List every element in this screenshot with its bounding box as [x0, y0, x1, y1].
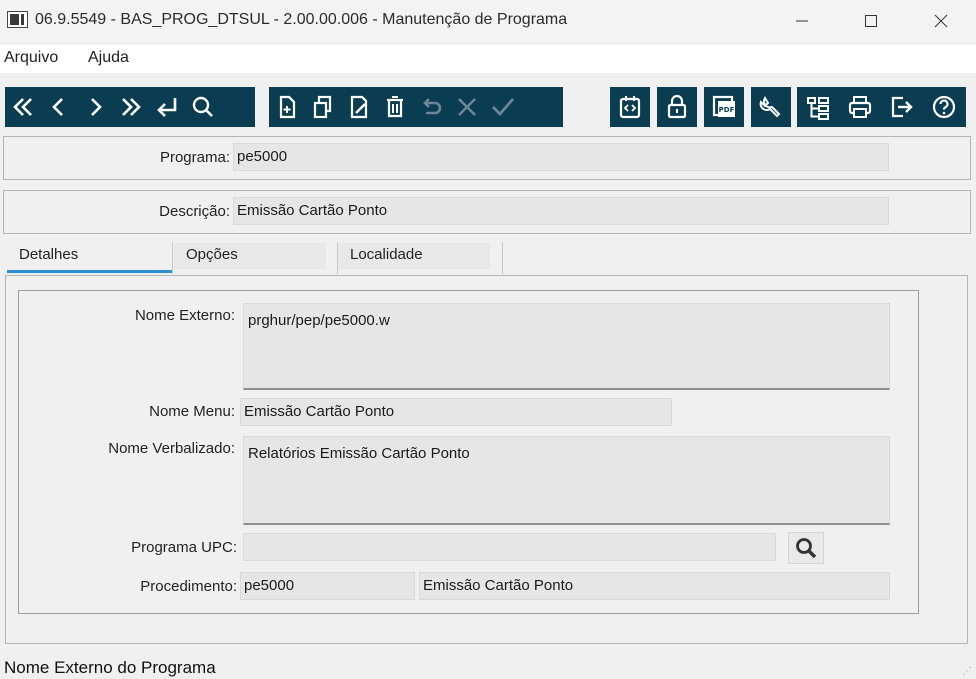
- active-tab-indicator: [7, 270, 173, 273]
- copy-icon: [313, 95, 332, 119]
- cancel-button: [449, 87, 485, 127]
- query-icon: [619, 96, 641, 119]
- svg-text:PDF: PDF: [719, 106, 735, 114]
- save-icon: [492, 98, 515, 117]
- new-icon: [279, 95, 296, 119]
- previous-icon: [52, 98, 63, 116]
- status-bar: Nome Externo do Programa ⋰: [0, 652, 976, 679]
- tree-icon: [807, 97, 829, 120]
- programa-field[interactable]: pe5000: [233, 143, 889, 171]
- nome-verbalizado-field[interactable]: Relatórios Emissão Cartão Ponto: [243, 436, 890, 525]
- programa-label: Programa:: [159, 149, 230, 166]
- tab-separator: [502, 242, 503, 274]
- maximize-button[interactable]: [848, 0, 894, 42]
- status-text: Nome Externo do Programa: [4, 658, 216, 677]
- goto-icon: [157, 98, 177, 117]
- pdf-icon: PDF: [712, 95, 735, 117]
- resize-grip-icon[interactable]: ⋰: [962, 666, 972, 677]
- settings-button[interactable]: [751, 87, 791, 127]
- print-icon: [848, 96, 872, 118]
- delete-icon: [387, 96, 403, 118]
- exit-icon: [891, 96, 913, 118]
- window-title: 06.9.5549 - BAS_PROG_DTSUL - 2.00.00.006…: [35, 11, 568, 28]
- save-button: [485, 87, 521, 127]
- nome-menu-label: Nome Menu:: [149, 403, 235, 420]
- procedimento-desc-field: Emissão Cartão Ponto: [419, 572, 890, 600]
- procedimento-code-field[interactable]: pe5000: [240, 572, 415, 600]
- last-record-button[interactable]: [113, 87, 149, 127]
- wrench-icon: [759, 96, 781, 118]
- descricao-label: Descrição:: [159, 203, 230, 220]
- tab-detalhes[interactable]: Detalhes: [7, 243, 160, 269]
- last-icon: [122, 98, 141, 116]
- help-icon: [932, 95, 956, 119]
- minimize-button[interactable]: [779, 0, 825, 42]
- misc-toolbar-group: [797, 87, 966, 127]
- first-icon: [13, 98, 32, 116]
- print-button[interactable]: [839, 87, 881, 127]
- close-button[interactable]: [918, 0, 964, 42]
- goto-record-button[interactable]: [149, 87, 185, 127]
- close-icon: [934, 14, 948, 28]
- lock-icon: [667, 94, 687, 119]
- next-icon: [91, 98, 102, 116]
- pdf-button[interactable]: PDF: [704, 87, 744, 127]
- toolbar: PDF: [0, 83, 976, 131]
- edit-record-button[interactable]: [341, 87, 377, 127]
- search-icon: [192, 96, 213, 117]
- menu-ajuda[interactable]: Ajuda: [88, 49, 129, 67]
- programa-upc-label: Programa UPC:: [131, 539, 237, 556]
- descricao-field[interactable]: Emissão Cartão Ponto: [233, 197, 889, 225]
- tab-separator: [172, 242, 173, 274]
- previous-record-button[interactable]: [41, 87, 77, 127]
- nome-externo-label: Nome Externo:: [134, 307, 235, 324]
- edit-toolbar-group: [269, 87, 563, 127]
- programa-upc-search-button[interactable]: [788, 532, 824, 564]
- undo-button: [413, 87, 449, 127]
- procedimento-label: Procedimento:: [140, 578, 237, 595]
- nav-toolbar-group: [5, 87, 255, 127]
- edit-icon: [350, 95, 368, 119]
- copy-record-button[interactable]: [305, 87, 341, 127]
- tab-localidade[interactable]: Localidade: [338, 243, 490, 269]
- menu-arquivo[interactable]: Arquivo: [4, 49, 58, 67]
- nome-verbalizado-label: Nome Verbalizado:: [108, 440, 235, 457]
- programa-upc-field[interactable]: [243, 533, 776, 561]
- menu-bar: Arquivo Ajuda: [0, 45, 976, 73]
- help-button[interactable]: [923, 87, 965, 127]
- first-record-button[interactable]: [5, 87, 41, 127]
- delete-record-button[interactable]: [377, 87, 413, 127]
- title-bar: 06.9.5549 - BAS_PROG_DTSUL - 2.00.00.006…: [0, 0, 976, 42]
- next-record-button[interactable]: [77, 87, 113, 127]
- minimize-icon: [796, 20, 808, 22]
- lock-button[interactable]: [657, 87, 697, 127]
- tab-opcoes[interactable]: Opções: [174, 243, 326, 269]
- app-icon: [7, 11, 28, 28]
- undo-icon: [423, 98, 442, 115]
- search-record-button[interactable]: [185, 87, 221, 127]
- nome-externo-field[interactable]: prghur/pep/pe5000.w: [243, 303, 890, 390]
- cancel-icon: [458, 98, 476, 116]
- nome-menu-field[interactable]: Emissão Cartão Ponto: [240, 398, 672, 426]
- search-icon: [796, 538, 817, 559]
- maximize-icon: [865, 15, 877, 27]
- query-button[interactable]: [610, 87, 650, 127]
- new-record-button[interactable]: [269, 87, 305, 127]
- exit-button[interactable]: [881, 87, 923, 127]
- tree-button[interactable]: [797, 87, 839, 127]
